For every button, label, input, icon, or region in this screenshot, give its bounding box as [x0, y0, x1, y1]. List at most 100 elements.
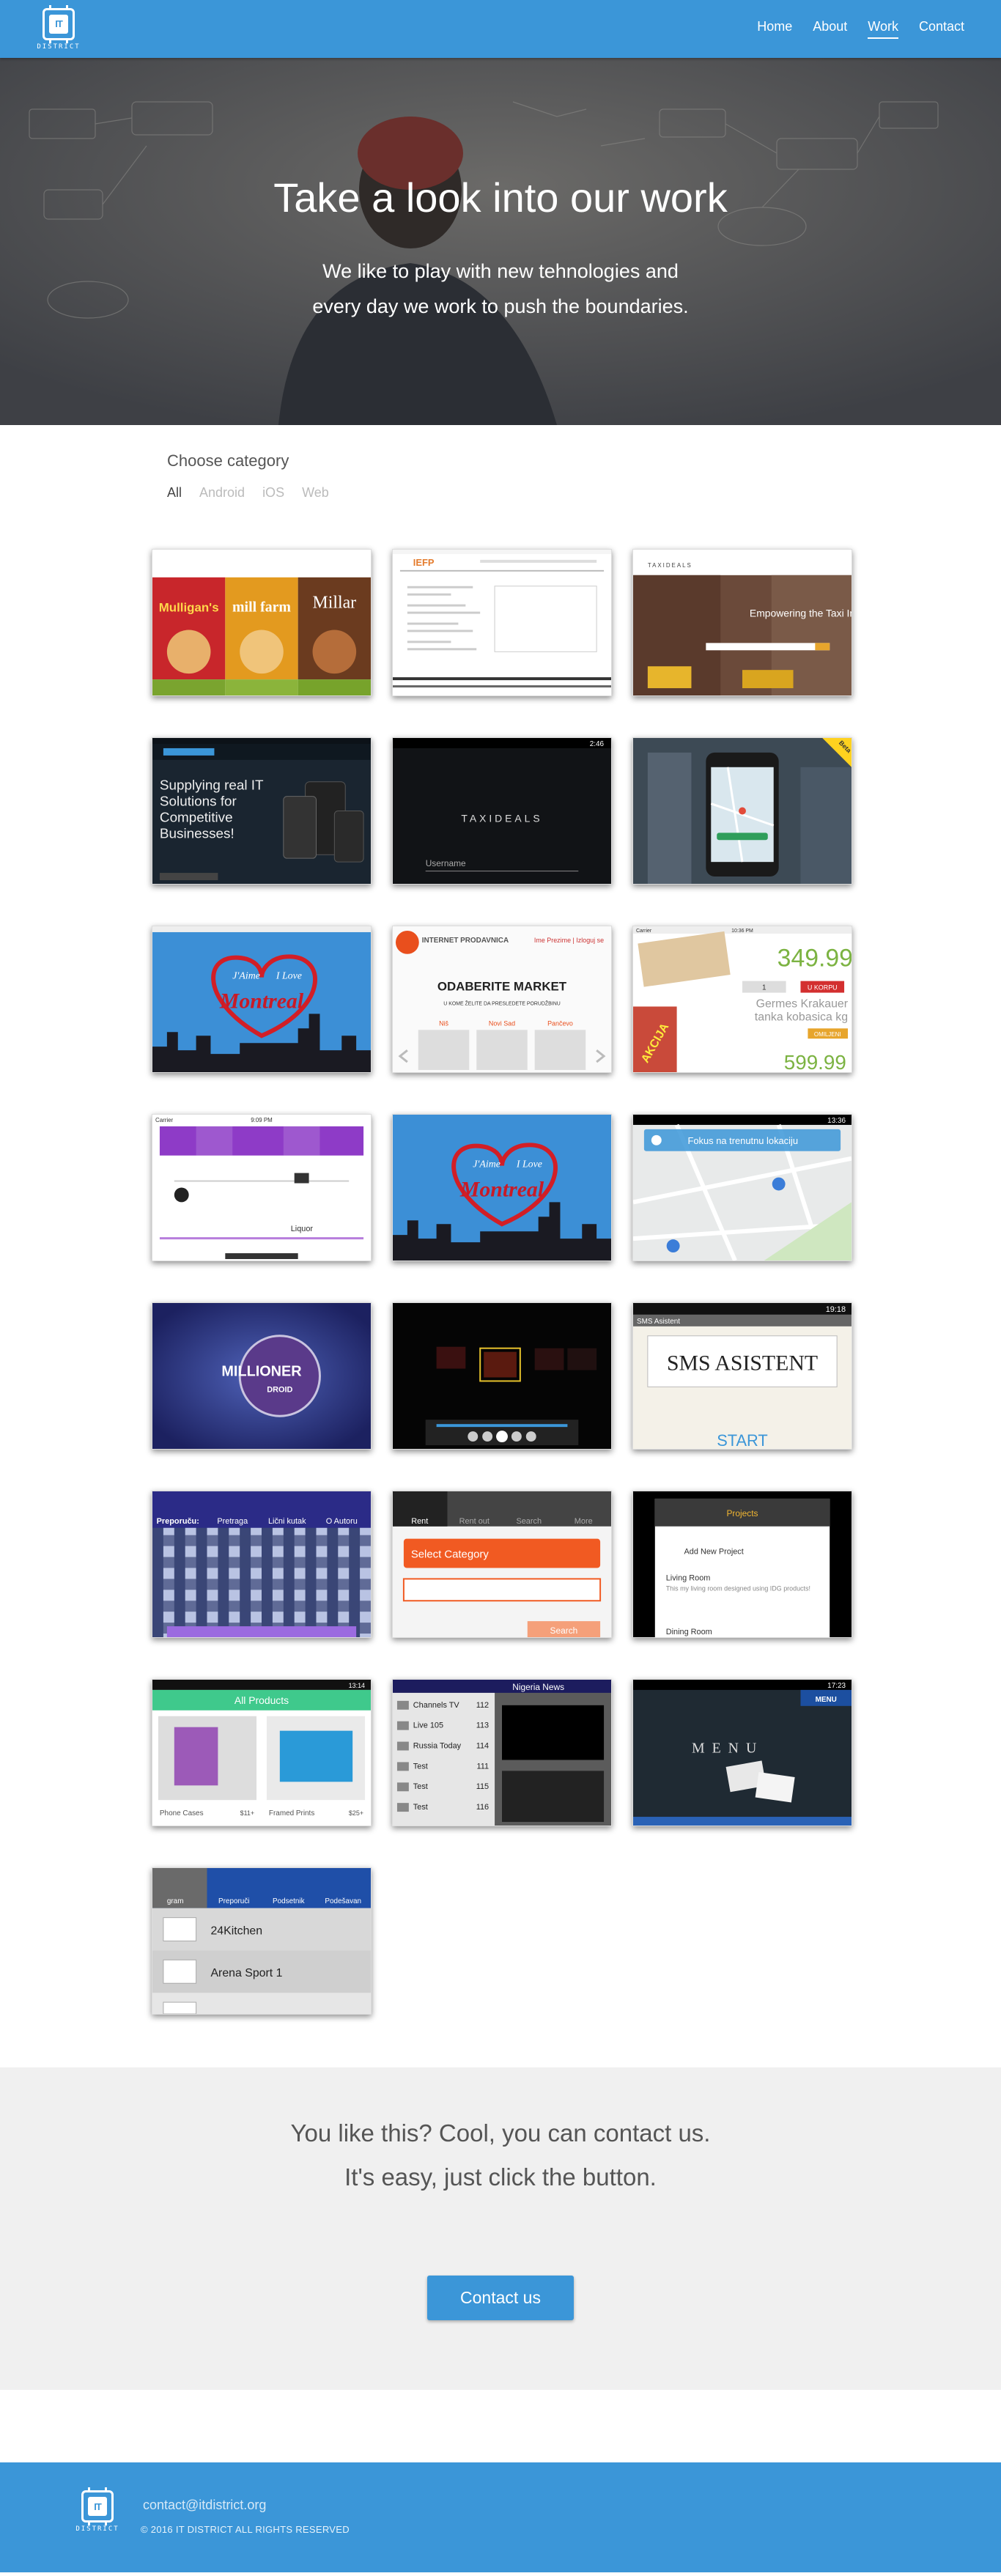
project-card-taxideals-app[interactable]: 2:46 TAXIDEALS Username	[392, 737, 612, 885]
project-text: $25+	[349, 1809, 363, 1817]
project-card-map-location[interactable]: 13:36 Fokus na trenutnu lokaciju	[632, 1114, 852, 1261]
project-text: $11+	[240, 1809, 254, 1817]
project-card-nigeria-news[interactable]: Nigeria News Channels TV 112 Live 105 11…	[392, 1679, 612, 1826]
svg-text:MENU: MENU	[692, 1740, 764, 1756]
project-text: Select Category	[411, 1549, 490, 1561]
project-card-recommend-app[interactable]: Preporuču: Pretraga Lični kutak O Autoru	[152, 1491, 372, 1638]
project-card-rent-app[interactable]: Rent Rent out Search More Select Categor…	[392, 1491, 612, 1638]
project-thumbnail: Carrier 9:09 PM Liquor	[152, 1115, 371, 1261]
project-text: Carrier	[636, 929, 652, 934]
project-text: 1	[762, 984, 767, 992]
project-text: 2:46	[590, 740, 605, 748]
project-text: U KOME ŽELITE DA PRESLEDETE PORUDŽBINU	[443, 1000, 560, 1006]
project-text: Rent	[411, 1517, 428, 1526]
project-card-it-solutions[interactable]: Supplying real IT Solutions for Competit…	[152, 737, 372, 885]
contact-us-button[interactable]: Contact us	[427, 2276, 574, 2320]
project-text: 116	[476, 1803, 489, 1812]
project-card-i-love-montreal[interactable]: J'Aime I Love Montreal	[152, 926, 372, 1073]
project-text: J'Aime	[232, 971, 260, 982]
logo-mark: IT	[49, 14, 68, 34]
project-card-sms-asistent[interactable]: 19:18 SMS Asistent SMS ASISTENT START	[632, 1302, 852, 1450]
logo-word: DISTRICT	[37, 43, 81, 51]
project-text: 9:09 PM	[251, 1117, 273, 1123]
project-text: MILLIONER	[221, 1363, 301, 1379]
project-text: 114	[476, 1742, 489, 1751]
project-text: Podsetnik	[273, 1897, 305, 1905]
project-card-media-player[interactable]	[392, 1302, 612, 1450]
project-card-internet-prodavnica[interactable]: INTERNET PRODAVNICA Ime Prezime | Izlogu…	[392, 926, 612, 1073]
project-text: U KORPU	[808, 984, 838, 992]
project-card-food-brands[interactable]: Mulligan's mill farm Millar	[152, 549, 372, 696]
footer-email-link[interactable]: contact@itdistrict.org	[143, 2498, 266, 2513]
project-text: Millar	[313, 594, 357, 613]
filter-all[interactable]: All	[167, 485, 182, 501]
logo-word: DISTRICT	[75, 2525, 119, 2533]
project-card-taxideals-web[interactable]: TAXIDEALS Empowering the Taxi Industry	[632, 549, 852, 696]
project-thumbnail: 13:14 All Products Phone Cases $11+ Fram…	[152, 1680, 371, 1826]
top-navbar: IT DISTRICT Home About Work Contact	[0, 0, 1001, 58]
project-thumbnail: J'Aime I Love Montreal	[152, 926, 371, 1072]
project-thumbnail: Rent Rent out Search More Select Categor…	[393, 1491, 611, 1637]
filter-web[interactable]: Web	[302, 485, 329, 501]
filter-android[interactable]: Android	[199, 485, 245, 501]
filter-ios[interactable]: iOS	[262, 485, 284, 501]
project-text: I Love	[276, 971, 302, 982]
project-text: Pančevo	[547, 1019, 573, 1027]
nav-home-link[interactable]: Home	[757, 19, 792, 39]
footer-logo[interactable]: IT DISTRICT	[75, 2487, 119, 2533]
project-text: INTERNET PRODAVNICA	[422, 937, 509, 945]
project-text: J'Aime	[473, 1159, 500, 1170]
project-card-all-products[interactable]: 13:14 All Products Phone Cases $11+ Fram…	[152, 1679, 372, 1826]
project-card-restaurant-menu[interactable]: 17:23 MENU 17:23 MENU	[632, 1679, 852, 1826]
project-text: Podešavan	[325, 1897, 361, 1905]
hero-title: Take a look into our work	[273, 174, 728, 221]
project-text: Living Room	[666, 1573, 711, 1582]
project-text: Liquor	[291, 1225, 314, 1233]
project-card-shop-product[interactable]: Carrier 10:36 PM 349.99 1 U KORPU Germes…	[632, 926, 852, 1073]
project-text: Test	[413, 1762, 428, 1771]
project-card-millioner-droid[interactable]: MILLIONER DROID	[152, 1302, 372, 1450]
project-text: 111	[477, 1762, 490, 1771]
contact-cta-section: You like this? Cool, you can contact us.…	[0, 2067, 1001, 2390]
project-thumbnail: J'Aime I Love Montreal	[393, 1115, 611, 1261]
project-text: Add New Project	[684, 1548, 744, 1557]
nav-about-link[interactable]: About	[813, 19, 847, 39]
project-text: 349.99	[777, 945, 852, 973]
chip-logo-icon: IT	[43, 4, 75, 43]
project-thumbnail: MILLIONER DROID	[152, 1303, 371, 1449]
project-text: Niš	[439, 1019, 448, 1027]
nav-contact-link[interactable]: Contact	[919, 19, 964, 39]
project-text: Username	[426, 858, 466, 868]
project-card-tv-channels[interactable]: gram Preporuči Podsetnik Podešavan 24Kit…	[152, 1867, 372, 2015]
project-card-i-love-montreal-2[interactable]: J'Aime I Love Montreal	[392, 1114, 612, 1261]
project-thumbnail: Supplying real IT Solutions for Competit…	[152, 738, 371, 884]
project-thumbnail: 19:18 SMS Asistent SMS ASISTENT START	[633, 1303, 852, 1449]
project-text: Supplying real IT Solutions for Competit…	[159, 778, 264, 842]
project-text: 19:18	[826, 1305, 846, 1314]
project-text: Montreal	[219, 989, 304, 1013]
project-card-idg-projects[interactable]: Projects Add New Project Living Room Thi…	[632, 1491, 852, 1638]
project-text: Empowering the Taxi Industry	[750, 608, 852, 619]
nav-work-link[interactable]: Work	[868, 19, 898, 39]
project-text: TAXIDEALS	[648, 562, 692, 569]
project-thumbnail: Preporuču: Pretraga Lični kutak O Autoru	[152, 1491, 371, 1637]
project-card-liquor-app[interactable]: Carrier 9:09 PM Liquor	[152, 1114, 372, 1261]
work-content: Choose category All Android iOS Web Mull…	[0, 425, 1001, 2390]
chip-logo-icon: IT	[81, 2487, 114, 2525]
project-text: 113	[476, 1721, 489, 1730]
project-card-map-phone[interactable]: Beta	[632, 737, 852, 885]
footer-copyright: © 2016 IT DISTRICT ALL RIGHTS RESERVED	[141, 2524, 350, 2535]
project-thumbnail: INTERNET PRODAVNICA Ime Prezime | Izlogu…	[393, 926, 611, 1072]
project-text: Mulligan's	[159, 601, 219, 615]
project-thumbnail	[393, 1303, 611, 1449]
logo-mark: IT	[88, 2497, 107, 2516]
project-card-iefp[interactable]: IEFP	[392, 549, 612, 696]
project-thumbnail: Nigeria News Channels TV 112 Live 105 11…	[393, 1680, 611, 1826]
project-text: Ime Prezime | Izloguj se	[534, 937, 604, 944]
project-text: Projects	[726, 1508, 758, 1518]
project-text: 13:14	[349, 1682, 365, 1689]
project-text: 599.99	[784, 1051, 846, 1072]
it-district-logo[interactable]: IT DISTRICT	[37, 4, 81, 51]
project-thumbnail: 2:46 TAXIDEALS Username	[393, 738, 611, 884]
project-text: 10:36 PM	[731, 929, 753, 934]
